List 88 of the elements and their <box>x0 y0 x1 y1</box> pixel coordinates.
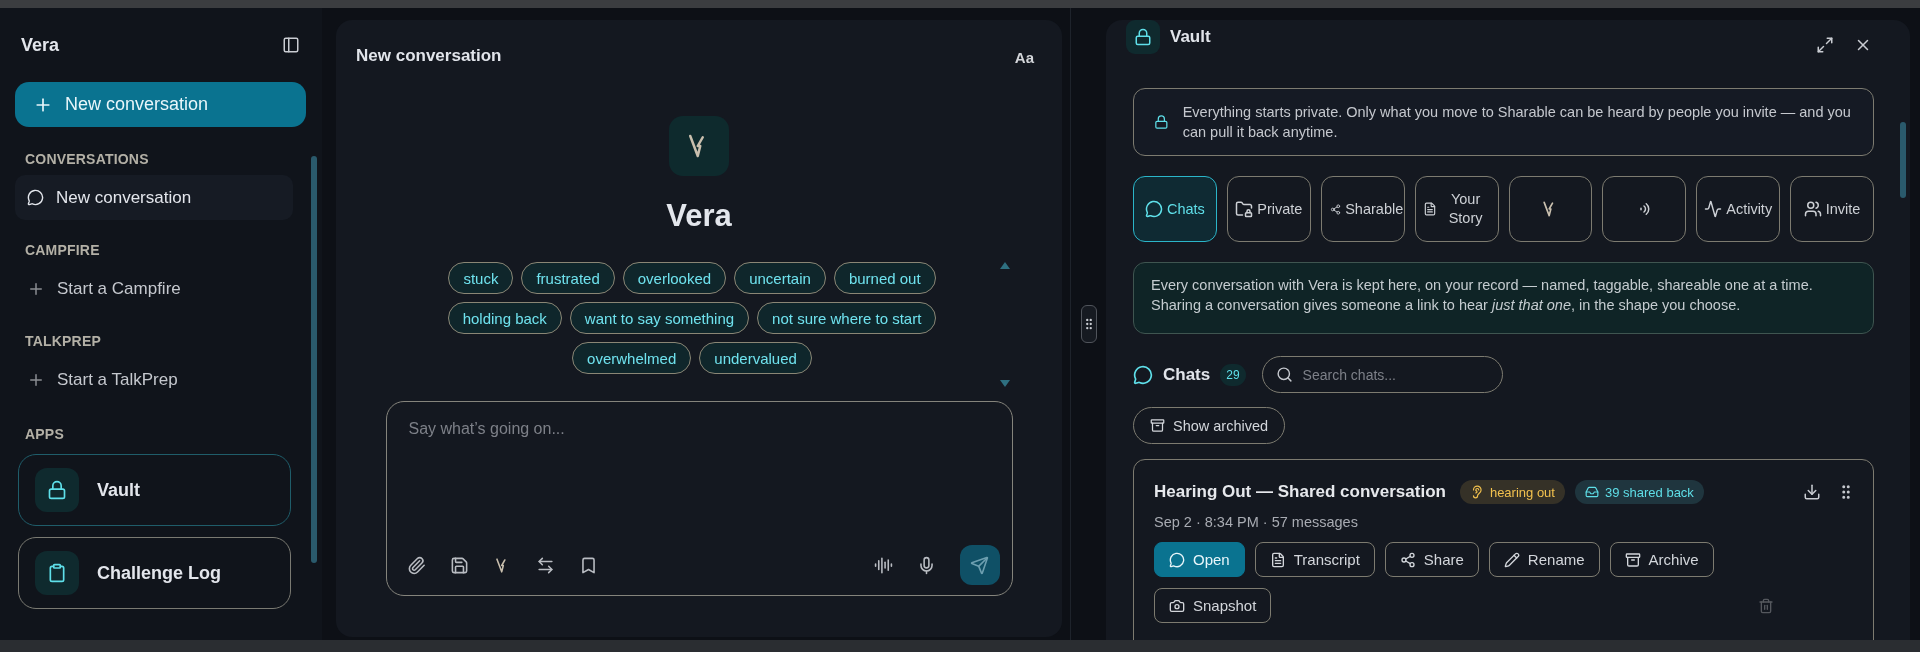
feeling-chip[interactable]: burned out <box>833 262 936 294</box>
app-card[interactable]: Vault <box>18 454 291 526</box>
save-icon[interactable] <box>449 555 469 575</box>
section-heading: TALKPREP <box>24 333 102 349</box>
feeling-chip[interactable]: overlooked <box>622 262 727 294</box>
app-card[interactable]: Challenge Log <box>18 537 291 609</box>
sidebar-toggle-icon <box>282 36 300 54</box>
action-button[interactable]: Rename <box>1488 542 1600 577</box>
app-title: Vera <box>21 34 60 56</box>
feeling-chip[interactable]: overwhelmed <box>572 342 692 374</box>
expand-icon <box>1816 36 1834 54</box>
sidebar-item[interactable]: Start a Campfire <box>15 266 293 311</box>
search-icon <box>1275 366 1293 383</box>
share-icon <box>1399 551 1416 568</box>
feeling-chip[interactable]: want to say something <box>569 302 750 334</box>
font-size-button[interactable]: Aa <box>1014 49 1042 66</box>
pencil-icon <box>1503 551 1520 568</box>
vault-tab[interactable] <box>1508 176 1593 242</box>
message-field[interactable]: Say what’s going on... <box>406 418 1000 458</box>
section-heading: APPS <box>24 426 65 442</box>
chat-bubble-icon <box>27 189 44 206</box>
users-icon <box>1803 200 1822 218</box>
expand-button[interactable] <box>1816 36 1834 54</box>
chat-meta: Sep 2 · 8:34 PM · 57 messages <box>1154 514 1359 530</box>
share-icon <box>1330 203 1342 215</box>
vault-description: Every conversation with Vera is kept here, on your record — named, taggable, shareable one at a time. Sharing a conversation gives someone a link to hear just that one, in the shape you choose. <box>1133 262 1874 334</box>
feeling-chip[interactable]: undervalued <box>699 342 812 374</box>
archive-icon <box>1624 551 1641 568</box>
vault-tab[interactable]: Sharable <box>1320 176 1405 242</box>
section-title: Chats <box>1163 364 1211 385</box>
pulse-icon <box>1704 200 1723 218</box>
lock-icon <box>1134 28 1152 46</box>
trash-icon[interactable] <box>1758 597 1774 614</box>
feeling-chip[interactable]: uncertain <box>734 262 826 294</box>
section-heading: CONVERSATIONS <box>24 151 150 167</box>
resize-handle[interactable] <box>1080 305 1097 343</box>
paperclip-icon[interactable] <box>406 555 426 575</box>
document-icon <box>1269 551 1286 568</box>
folder-lock-icon <box>1235 200 1254 218</box>
action-button[interactable]: Archive <box>1609 542 1714 577</box>
panel-title: Vault <box>1170 27 1211 47</box>
tag: 39 shared back <box>1574 480 1704 504</box>
count-badge: 29 <box>1220 363 1246 386</box>
section-heading: CAMPFIRE <box>24 242 101 258</box>
scroll-up-icon[interactable] <box>1000 262 1010 269</box>
camera-icon <box>1169 597 1185 614</box>
send-button[interactable] <box>959 545 1000 585</box>
action-button[interactable]: Snapshot <box>1154 588 1272 623</box>
chat-bubble-icon <box>1169 551 1185 568</box>
chat-title: Hearing Out — Shared conversation <box>1154 482 1446 502</box>
chat-bubble-icon <box>1145 200 1163 218</box>
vault-tab[interactable]: Chats <box>1133 176 1217 242</box>
action-button[interactable]: Transcript <box>1254 542 1375 577</box>
clipboard-icon <box>47 563 67 583</box>
swap-arrows-icon[interactable] <box>535 555 555 575</box>
download-button[interactable] <box>1803 483 1821 501</box>
sidebar-item[interactable]: New conversation <box>15 175 293 220</box>
action-button[interactable]: Open <box>1154 542 1245 577</box>
feeling-chip[interactable]: not sure where to start <box>757 302 937 334</box>
assistant-name: Vera <box>666 198 732 234</box>
lock-icon <box>47 480 67 500</box>
panel-title: New conversation <box>356 46 502 66</box>
sidebar-item[interactable]: Start a TalkPrep <box>15 357 293 402</box>
scrollbar-thumb[interactable] <box>311 156 317 563</box>
archive-icon <box>1150 418 1165 433</box>
scrollbar-thumb[interactable] <box>1900 122 1906 198</box>
action-button[interactable]: Share <box>1384 542 1479 577</box>
chat-bubble-icon <box>1133 364 1153 385</box>
lock-icon <box>1154 113 1169 131</box>
vault-tab[interactable] <box>1602 176 1687 242</box>
vault-tab[interactable]: Invite <box>1790 176 1874 242</box>
scroll-down-icon[interactable] <box>1000 380 1010 387</box>
vault-tab[interactable]: Activity <box>1696 176 1781 242</box>
feeling-chip[interactable]: holding back <box>447 302 562 334</box>
feeling-chip[interactable]: stuck <box>448 262 514 294</box>
collapse-sidebar-button[interactable] <box>282 36 300 54</box>
vault-tab[interactable]: Private <box>1226 176 1311 242</box>
new-conversation-button[interactable]: New conversation <box>15 82 306 127</box>
notice-text: Everything starts private. Only what you move to Sharable can be heard by people you invite — and you can pull it back anytime. <box>1182 103 1852 142</box>
search-field[interactable]: Search chats... <box>1261 356 1503 393</box>
tag: hearing out <box>1459 480 1565 504</box>
feeling-chip[interactable]: frustrated <box>521 262 615 294</box>
document-icon <box>1422 202 1437 216</box>
download-icon <box>1803 483 1821 501</box>
waveform-icon[interactable] <box>873 555 893 575</box>
inbox-icon <box>1584 485 1599 499</box>
send-icon <box>970 555 989 575</box>
vault-tab[interactable]: Your Story <box>1414 176 1499 242</box>
